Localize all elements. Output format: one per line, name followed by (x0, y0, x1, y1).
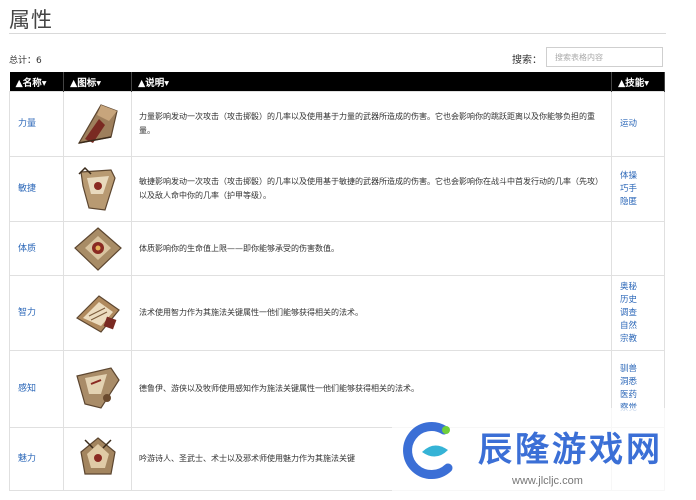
skill-link[interactable]: 巧手 (620, 183, 657, 196)
skill-link[interactable]: 宗教 (620, 333, 657, 346)
skill-link[interactable]: 历史 (620, 294, 657, 307)
skills-cell: 体操 巧手 隐匿 (611, 156, 665, 222)
skill-link[interactable]: 驯兽 (620, 363, 657, 376)
column-header-description[interactable]: ▲说明▾ (131, 72, 612, 92)
skill-link[interactable]: 体操 (620, 170, 657, 183)
column-header-name[interactable]: ▲名称▾ (9, 72, 64, 92)
table-row: 力量 力量影响发动一次攻击（攻击掷骰）的几率以及使用基于力量的武器所造成的伤害。… (9, 91, 665, 157)
dexterity-attribute-icon (78, 166, 116, 211)
column-header-icon[interactable]: ▲图标▾ (63, 72, 132, 92)
attribute-icon-cell (63, 350, 132, 428)
skills-cell: 奥秘 历史 调查 自然 宗教 (611, 275, 665, 351)
attribute-description: 敏捷影响发动一次攻击（攻击掷骰）的几率以及使用基于敏捷的武器所造成的伤害。它也会… (131, 156, 612, 222)
attribute-description: 法术使用智力作为其施法关键属性一他们能够获得相关的法术。 (131, 275, 612, 351)
attribute-icon-cell (63, 221, 132, 276)
title-divider (9, 33, 666, 34)
table-row: 体质 体质影响你的生命值上限——即你能够承受的伤害数值。 (9, 221, 665, 276)
attribute-name-link[interactable]: 魅力 (9, 427, 64, 491)
attribute-icon-cell (63, 91, 132, 157)
table-header-row: ▲名称▾ ▲图标▾ ▲说明▾ ▲技能▾ (9, 72, 665, 92)
table-row: 智力 法术使用智力作为其施法关键属性一他们能够获得相关的法术。 奥秘 历史 调查… (9, 275, 665, 351)
total-count: 总计：6 (9, 56, 42, 66)
attribute-name-link[interactable]: 力量 (9, 91, 64, 157)
constitution-attribute-icon (74, 226, 122, 271)
skill-link[interactable]: 洞悉 (620, 376, 657, 389)
table-row: 敏捷 敏捷影响发动一次攻击（攻击掷骰）的几率以及使用基于敏捷的武器所造成的伤害。… (9, 156, 665, 222)
skill-link[interactable]: 自然 (620, 320, 657, 333)
page-title: 属性 (9, 8, 53, 32)
wisdom-attribute-icon (76, 367, 120, 409)
column-header-skills[interactable]: ▲技能▾ (611, 72, 665, 92)
skills-cell: 运动 (611, 91, 665, 157)
attribute-icon-cell (63, 427, 132, 491)
strength-attribute-icon (77, 104, 118, 144)
skills-cell (611, 221, 665, 276)
attribute-description: 力量影响发动一次攻击（攻击掷骰）的几率以及使用基于力量的武器所造成的伤害。它也会… (131, 91, 612, 157)
site-watermark: 辰隆游戏网 www.jlcljc.com (392, 408, 696, 500)
watermark-logo-icon (403, 422, 453, 479)
skill-link[interactable]: 奥秘 (620, 281, 657, 294)
watermark-site-name: 辰隆游戏网 (478, 430, 663, 470)
attribute-name-link[interactable]: 敏捷 (9, 156, 64, 222)
watermark-url: www.jlcljc.com (512, 475, 583, 487)
skill-link[interactable]: 医药 (620, 389, 657, 402)
charisma-attribute-icon (80, 437, 116, 475)
attribute-name-link[interactable]: 感知 (9, 350, 64, 428)
skill-link[interactable]: 运动 (620, 118, 657, 131)
attribute-icon-cell (63, 156, 132, 222)
attribute-icon-cell (63, 275, 132, 351)
search-input[interactable] (546, 47, 663, 67)
attribute-name-link[interactable]: 智力 (9, 275, 64, 351)
skill-link[interactable]: 隐匿 (620, 196, 657, 209)
attribute-name-link[interactable]: 体质 (9, 221, 64, 276)
intelligence-attribute-icon (76, 295, 120, 333)
search-label: 搜索： (512, 55, 542, 66)
attribute-description: 体质影响你的生命值上限——即你能够承受的伤害数值。 (131, 221, 612, 276)
skill-link[interactable]: 调查 (620, 307, 657, 320)
